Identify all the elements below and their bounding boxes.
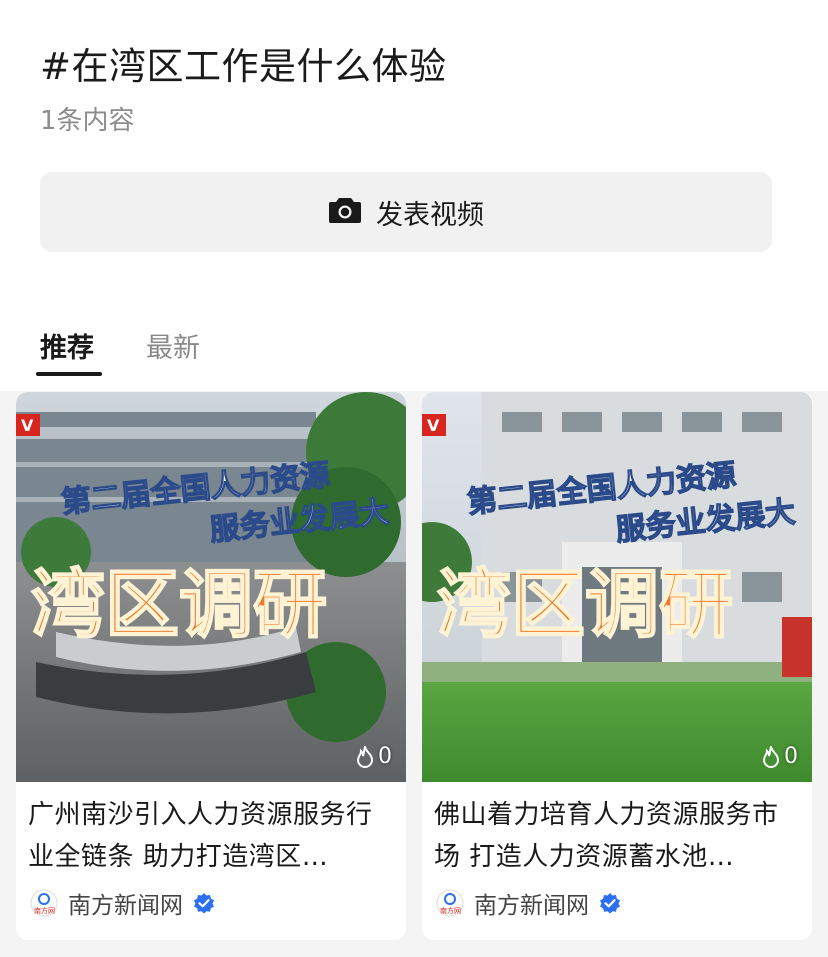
publish-video-label: 发表视频 xyxy=(376,199,484,231)
view-count: 0 xyxy=(356,744,392,769)
author-avatar: 南方网 xyxy=(30,889,58,917)
svg-text:南方网: 南方网 xyxy=(440,906,461,915)
svg-text:V: V xyxy=(427,416,440,435)
tab-bar: 推荐 最新 xyxy=(0,326,828,386)
verified-badge-icon xyxy=(194,893,214,914)
video-card[interactable]: V 第二届全国人力资源 服务业发展大 湾区调研 0 广州南沙引入人力资源服务行业… xyxy=(16,392,406,940)
author-avatar: 南方网 xyxy=(436,889,464,917)
view-count-value: 0 xyxy=(378,744,392,769)
video-title[interactable]: 佛山着力培育人力资源服务市场 打造人力资源蓄水池… xyxy=(434,794,794,878)
content-count: 1条内容 xyxy=(40,106,135,136)
author-name: 南方新闻网 xyxy=(474,893,589,919)
author-row[interactable]: 南方网 南方新闻网 xyxy=(30,888,215,919)
active-tab-indicator xyxy=(36,372,102,376)
svg-text:V: V xyxy=(21,416,34,435)
tab-recommended[interactable]: 推荐 xyxy=(40,326,94,365)
flame-icon xyxy=(762,745,780,768)
svg-text:南方网: 南方网 xyxy=(34,906,55,915)
view-count-value: 0 xyxy=(784,744,798,769)
header-section: #在湾区工作是什么体验 1条内容 发表视频 推荐 最新 xyxy=(0,0,828,391)
video-thumbnail[interactable]: V 第二届全国人力资源 服务业发展大 湾区调研 0 xyxy=(422,392,812,782)
thumb-headline: 湾区调研 xyxy=(437,562,733,648)
verified-badge-icon xyxy=(600,893,620,914)
video-card[interactable]: V 第二届全国人力资源 服务业发展大 湾区调研 0 佛山着力培育人力资源服务市场… xyxy=(422,392,812,940)
camera-icon xyxy=(328,196,362,228)
page-title: #在湾区工作是什么体验 xyxy=(40,45,447,88)
publish-video-button[interactable]: 发表视频 xyxy=(40,172,772,252)
flame-icon xyxy=(356,745,374,768)
tab-latest[interactable]: 最新 xyxy=(146,326,200,365)
author-row[interactable]: 南方网 南方新闻网 xyxy=(436,888,621,919)
view-count: 0 xyxy=(762,744,798,769)
thumb-headline: 湾区调研 xyxy=(31,562,327,648)
author-name: 南方新闻网 xyxy=(68,893,183,919)
video-thumbnail[interactable]: V 第二届全国人力资源 服务业发展大 湾区调研 0 xyxy=(16,392,406,782)
video-title[interactable]: 广州南沙引入人力资源服务行业全链条 助力打造湾区… xyxy=(28,794,388,878)
